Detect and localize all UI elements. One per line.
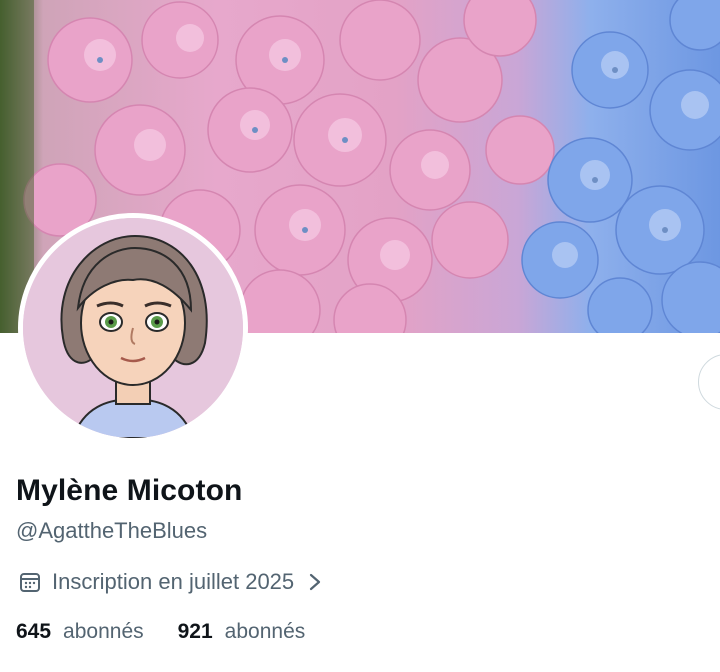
stat-second[interactable]: 921 abonnés	[178, 620, 306, 644]
edit-profile-button[interactable]	[698, 354, 720, 410]
stat-first[interactable]: 645 abonnés	[16, 620, 144, 644]
profile-display-name: Mylène Micoton	[16, 474, 243, 507]
avatar-illustration	[23, 218, 243, 438]
profile-avatar[interactable]	[18, 213, 248, 443]
stat-value: 921	[177, 620, 213, 643]
stat-label: abonnés	[63, 620, 144, 643]
profile-stats: 645 abonnés 921 abonnés	[16, 620, 339, 644]
joined-date-text: Inscription en juillet 2025	[52, 569, 295, 594]
calendar-icon	[20, 573, 40, 592]
stat-label: abonnés	[224, 620, 306, 643]
profile-handle: @AgattheTheBlues	[16, 518, 208, 543]
stat-value: 645	[16, 620, 52, 643]
joined-date-row[interactable]: Inscription en juillet 2025	[18, 566, 322, 598]
chevron-right-icon	[310, 573, 321, 591]
